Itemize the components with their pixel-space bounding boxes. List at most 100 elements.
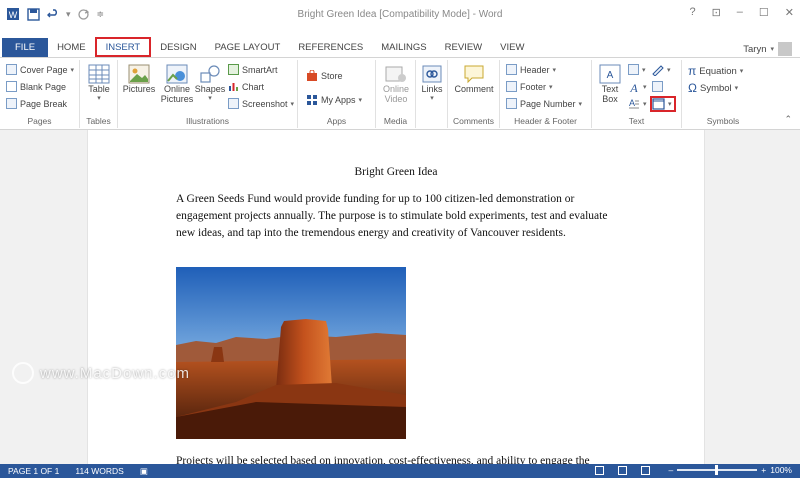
cover-page-button[interactable]: Cover Page ▾ [6, 64, 74, 75]
omega-icon: Ω [688, 81, 697, 95]
user-name: Taryn [743, 43, 767, 55]
proofing-icon[interactable]: ▣ [132, 466, 156, 477]
group-label-pages: Pages [27, 116, 52, 126]
my-apps-button[interactable]: My Apps ▾ [306, 94, 362, 106]
group-links: Links ▾ [416, 60, 448, 128]
watermark-logo-icon [12, 362, 34, 384]
tab-insert[interactable]: INSERT [94, 37, 152, 57]
group-tables: Table ▾ Tables [80, 60, 118, 128]
online-video-button[interactable]: Online Video [380, 64, 412, 104]
close-icon[interactable]: ✕ [785, 6, 794, 19]
desert-photo [176, 267, 406, 439]
tab-mailings[interactable]: MAILINGS [372, 38, 435, 57]
text-box-icon: A [599, 64, 621, 84]
status-bar: PAGE 1 OF 1 114 WORDS ▣ – + 100% [0, 464, 800, 478]
tab-references[interactable]: REFERENCES [289, 38, 372, 57]
tab-review[interactable]: REVIEW [436, 38, 491, 57]
svg-text:A: A [607, 70, 614, 81]
document-page[interactable]: Bright Green Idea A Green Seeds Fund wou… [87, 130, 705, 464]
date-time-button[interactable] [652, 81, 663, 92]
blank-page-icon [6, 81, 17, 92]
smartart-icon [228, 64, 239, 75]
ribbon-insert: Cover Page ▾ Blank Page Page Break Pages … [0, 58, 800, 130]
zoom-control: – + 100% [669, 465, 792, 475]
pictures-button[interactable]: Pictures [122, 64, 156, 94]
table-icon [88, 64, 110, 84]
tab-file[interactable]: FILE [2, 38, 49, 57]
chart-button[interactable]: Chart [228, 81, 264, 92]
avatar [778, 42, 792, 56]
online-pictures-button[interactable]: Online Pictures [160, 64, 194, 104]
pi-icon: π [688, 64, 697, 78]
group-label-tables: Tables [86, 116, 111, 126]
zoom-slider[interactable] [677, 465, 758, 475]
signature-line-icon [652, 65, 664, 76]
group-label-header-footer: Header & Footer [514, 116, 577, 126]
wordart-button[interactable]: A ▾ [628, 81, 646, 93]
page-number-button[interactable]: Page Number ▾ [506, 98, 582, 109]
word-count[interactable]: 114 WORDS [67, 466, 132, 476]
footer-button[interactable]: Footer ▾ [506, 81, 553, 92]
page-break-button[interactable]: Page Break [6, 98, 67, 109]
comment-icon [464, 65, 484, 84]
chart-icon [229, 83, 238, 91]
screenshot-icon [228, 98, 239, 109]
web-layout-icon[interactable] [641, 466, 650, 475]
read-mode-icon[interactable] [595, 466, 604, 475]
symbol-button[interactable]: Ω Symbol ▾ [688, 81, 738, 95]
shapes-icon [200, 65, 220, 83]
zoom-out-icon[interactable]: – [669, 465, 674, 475]
links-icon [422, 65, 442, 83]
group-symbols: π Equation ▾ Ω Symbol ▾ Symbols [682, 60, 764, 128]
drop-cap-button[interactable]: A ▾ [628, 98, 647, 110]
svg-text:A: A [629, 81, 638, 93]
shapes-button[interactable]: Shapes ▾ [194, 64, 226, 104]
window-controls: ? ⊡ – ☐ ✕ [689, 6, 794, 19]
document-image[interactable] [176, 267, 406, 439]
quick-parts-button[interactable]: ▾ [628, 64, 646, 75]
date-time-icon [652, 81, 663, 92]
zoom-in-icon[interactable]: + [761, 465, 766, 475]
user-account[interactable]: Taryn ▾ [743, 42, 792, 56]
zoom-slider-thumb[interactable] [715, 465, 719, 475]
comment-button[interactable]: Comment [452, 64, 496, 94]
page-break-icon [6, 98, 17, 109]
online-video-icon [385, 66, 406, 82]
tab-view[interactable]: VIEW [491, 38, 533, 57]
page-count[interactable]: PAGE 1 OF 1 [0, 466, 67, 476]
group-label-text: Text [628, 116, 645, 126]
ribbon-tabs: FILE HOME INSERT DESIGN PAGE LAYOUT REFE… [0, 37, 800, 58]
my-apps-icon [307, 95, 317, 105]
group-pages: Cover Page ▾ Blank Page Page Break Pages [0, 60, 80, 128]
header-button[interactable]: Header ▾ [506, 64, 556, 75]
screenshot-button[interactable]: Screenshot ▾ [228, 98, 294, 109]
help-icon[interactable]: ? [689, 6, 695, 19]
tab-home[interactable]: HOME [48, 38, 95, 57]
print-layout-icon[interactable] [618, 466, 627, 475]
group-comments: Comment Comments [448, 60, 500, 128]
document-title: Bright Green Idea [354, 166, 438, 178]
tab-design[interactable]: DESIGN [151, 38, 205, 57]
tab-page-layout[interactable]: PAGE LAYOUT [206, 38, 290, 57]
view-buttons [595, 466, 650, 475]
smartart-button[interactable]: SmartArt [228, 64, 278, 75]
blank-page-button[interactable]: Blank Page [6, 81, 66, 92]
chevron-down-icon: ▾ [770, 46, 774, 53]
signature-line-button[interactable]: ▾ [652, 64, 671, 76]
maximize-icon[interactable]: ☐ [759, 6, 769, 19]
table-button[interactable]: Table ▾ [86, 64, 112, 104]
minimize-icon[interactable]: – [737, 6, 743, 19]
group-illustrations: Pictures Online Pictures Shapes ▾ SmartA… [118, 60, 298, 128]
links-button[interactable]: Links ▾ [419, 64, 445, 104]
group-label-symbols: Symbols [706, 116, 740, 126]
collapse-ribbon-icon[interactable]: ⌃ [784, 114, 792, 125]
equation-button[interactable]: π Equation ▾ [688, 64, 743, 78]
ribbon-display-icon[interactable]: ⊡ [712, 6, 721, 19]
wordart-icon: A [629, 81, 638, 93]
text-box-button[interactable]: A Text Box [596, 64, 624, 104]
zoom-level[interactable]: 100% [770, 465, 792, 475]
watermark: www.MacDown.com [12, 362, 190, 384]
group-apps: Store My Apps ▾ Apps [298, 60, 376, 128]
group-label-comments: Comments [452, 116, 495, 126]
store-button[interactable]: Store [306, 70, 343, 82]
